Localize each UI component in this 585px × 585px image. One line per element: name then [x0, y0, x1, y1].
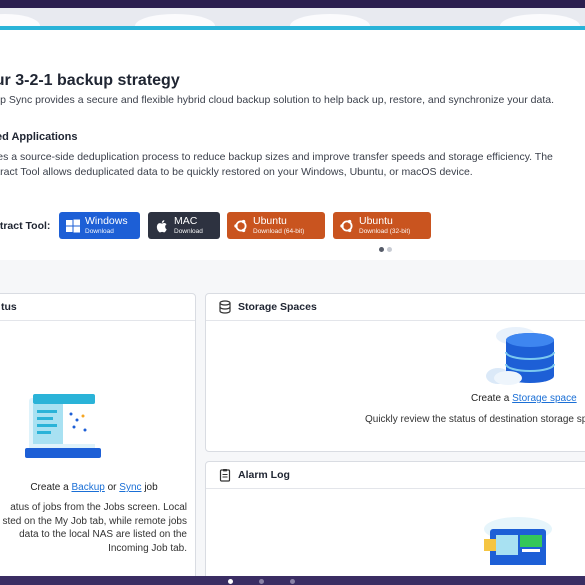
storage-illustration-icon [486, 327, 555, 385]
intro-description: kup Sync provides a secure and flexible … [0, 94, 555, 106]
bottom-taskbar [0, 576, 585, 585]
job-status-card: tus Create a Backup or Sync job atus of … [0, 293, 196, 576]
page-indicator-dot[interactable] [228, 579, 233, 584]
status-description: atus of jobs from the Jobs screen. Local… [0, 501, 187, 555]
card-header: Storage Spaces [206, 294, 585, 321]
alarm-log-card: Alarm Log [205, 461, 585, 576]
download-button-label: MAC [174, 214, 198, 227]
windows-download-button[interactable]: Windows Download [59, 212, 140, 239]
card-title: tus [1, 301, 17, 313]
description-line: sted on the My Job tab, while remote job… [2, 515, 187, 527]
description-line: Incoming Job tab. [108, 542, 187, 554]
status-create-text: Create a Backup or Sync job [0, 482, 197, 493]
page-indicator-dot[interactable] [290, 579, 295, 584]
top-banner-strip [0, 8, 585, 26]
page-indicator-dot[interactable] [259, 579, 264, 584]
clipboard-icon [219, 469, 231, 482]
main-panel: our 3-2-1 backup strategy kup Sync provi… [0, 30, 585, 576]
storage-spaces-card: Storage Spaces Create a Storage space Qu… [205, 293, 585, 452]
carousel-dots [379, 247, 392, 252]
carousel-dot[interactable] [387, 247, 392, 252]
page-title: our 3-2-1 backup strategy [0, 72, 180, 89]
download-button-sublabel: Download [85, 228, 114, 235]
ubuntu-64-download-button[interactable]: Ubuntu Download (64-bit) [227, 212, 325, 239]
or-text: or [107, 482, 117, 493]
sync-link[interactable]: Sync [119, 482, 141, 493]
ubuntu-icon [234, 219, 247, 232]
card-title: Storage Spaces [238, 301, 317, 313]
database-icon [219, 300, 231, 314]
extract-tool-label: xtract Tool: [0, 220, 51, 232]
windows-icon [66, 219, 80, 232]
carousel-dot[interactable] [379, 247, 384, 252]
section-description: ses a source-side deduplication process … [0, 150, 585, 180]
intro-section: our 3-2-1 backup strategy kup Sync provi… [0, 30, 585, 260]
window-top-frame [0, 0, 585, 8]
backup-link[interactable]: Backup [71, 482, 104, 493]
download-button-label: Ubuntu [359, 214, 393, 227]
download-button-label: Ubuntu [253, 214, 287, 227]
section-description-line: xtract Tool allows deduplicated data to … [0, 166, 473, 178]
card-title: Alarm Log [238, 469, 290, 481]
jobs-illustration-icon [25, 394, 101, 458]
download-button-sublabel: Download (64-bit) [253, 228, 305, 235]
storage-create-text: Create a Storage space [471, 393, 577, 404]
section-description-line: ses a source-side deduplication process … [0, 151, 553, 163]
description-line: data to the local NAS are listed on the [19, 529, 187, 540]
ubuntu-icon [340, 219, 353, 232]
description-line: atus of jobs from the Jobs screen. Local [10, 502, 187, 513]
create-suffix: job [144, 482, 158, 493]
card-header: tus [0, 294, 195, 321]
card-header: Alarm Log [206, 462, 585, 489]
download-button-label: Windows [85, 214, 128, 227]
mac-download-button[interactable]: MAC Download [148, 212, 220, 239]
create-prefix: Create a [30, 482, 69, 493]
section-title: ed Applications [0, 131, 78, 143]
download-button-sublabel: Download [174, 228, 203, 235]
alarm-illustration-icon [484, 517, 552, 565]
storage-space-link[interactable]: Storage space [512, 393, 577, 404]
download-button-sublabel: Download (32-bit) [359, 228, 411, 235]
ubuntu-32-download-button[interactable]: Ubuntu Download (32-bit) [333, 212, 431, 239]
apple-icon [156, 219, 167, 232]
create-prefix: Create a [471, 393, 510, 404]
storage-description: Quickly review the status of destination… [365, 414, 585, 425]
